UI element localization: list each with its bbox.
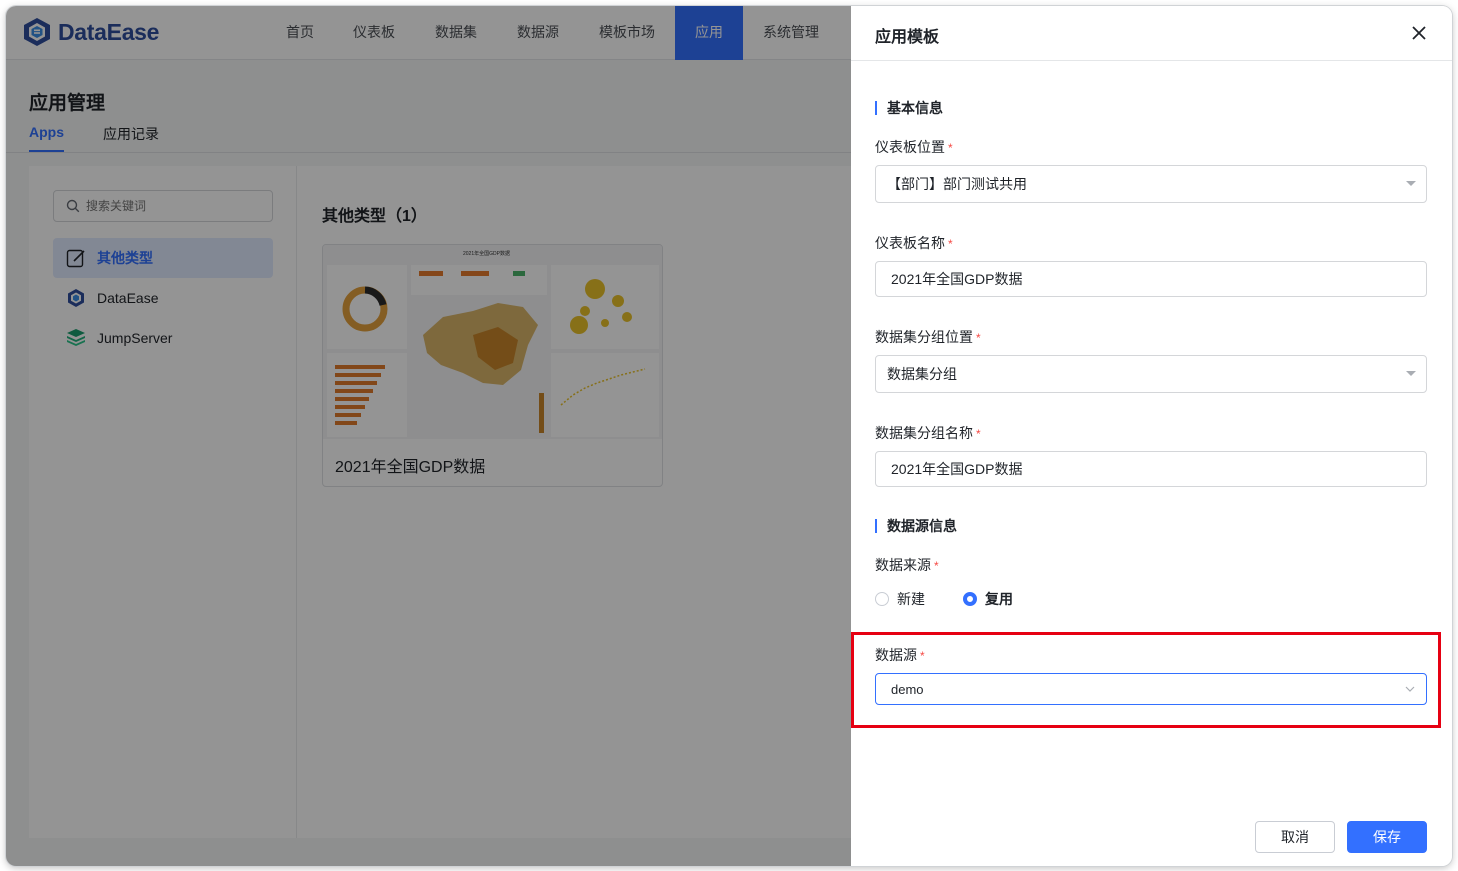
save-button[interactable]: 保存 — [1347, 821, 1427, 853]
required-mark: * — [920, 649, 925, 663]
chevron-down-icon — [1405, 686, 1415, 692]
label-text: 仪表板位置 — [875, 139, 945, 155]
label-text: 数据集分组位置 — [875, 329, 973, 345]
field-label-data-source-origin: 数据来源 * — [875, 555, 939, 575]
modal-overlay[interactable] — [6, 6, 851, 866]
input-value: 2021年全国GDP数据 — [891, 461, 1023, 477]
radio-new[interactable] — [875, 592, 889, 606]
label-text: 数据源 — [875, 647, 917, 663]
caret-down-icon — [1406, 181, 1416, 186]
app-window: DataEase 首页 仪表板 数据集 数据源 模板市场 应用 系统管理 应用管… — [6, 6, 1452, 866]
close-icon[interactable] — [1408, 22, 1430, 44]
drawer-title: 应用模板 — [875, 29, 940, 46]
select-value: 【部门】部门测试共用 — [887, 176, 1027, 192]
app-template-drawer: 应用模板 基本信息 仪表板位置 * 【部门】部门测试共用 仪表板名称 * 2021年… — [851, 6, 1452, 866]
radio-label-reuse[interactable]: 复用 — [985, 589, 1013, 609]
required-mark: * — [934, 559, 939, 573]
dataset-group-name-input[interactable]: 2021年全国GDP数据 — [875, 451, 1427, 487]
dataset-group-location-select[interactable]: 数据集分组 — [875, 355, 1427, 393]
dashboard-location-select[interactable]: 【部门】部门测试共用 — [875, 165, 1427, 203]
select-value: 数据集分组 — [887, 366, 957, 382]
datasource-select[interactable]: demo — [875, 673, 1427, 705]
required-mark: * — [976, 331, 981, 345]
field-label-dataset-group-location: 数据集分组位置 * — [875, 327, 981, 347]
label-text: 仪表板名称 — [875, 235, 945, 251]
input-value: 2021年全国GDP数据 — [891, 271, 1023, 287]
radio-reuse[interactable] — [963, 592, 977, 606]
field-label-dashboard-name: 仪表板名称 * — [875, 233, 953, 253]
required-mark: * — [948, 141, 953, 155]
field-label-datasource: 数据源 * — [875, 645, 925, 665]
required-mark: * — [976, 427, 981, 441]
drawer-header: 应用模板 — [851, 6, 1452, 61]
field-label-dashboard-location: 仪表板位置 * — [875, 137, 953, 157]
select-value: demo — [891, 681, 924, 697]
data-source-origin-radio-group: 新建 复用 — [875, 589, 1043, 609]
field-label-dataset-group-name: 数据集分组名称 * — [875, 423, 981, 443]
section-title-datasource-info: 数据源信息 — [875, 519, 957, 533]
caret-down-icon — [1406, 371, 1416, 376]
label-text: 数据来源 — [875, 557, 931, 573]
section-title-basic-info: 基本信息 — [875, 101, 943, 115]
required-mark: * — [948, 237, 953, 251]
label-text: 数据集分组名称 — [875, 425, 973, 441]
dashboard-name-input[interactable]: 2021年全国GDP数据 — [875, 261, 1427, 297]
cancel-button[interactable]: 取消 — [1255, 821, 1335, 853]
radio-label-new[interactable]: 新建 — [897, 589, 925, 609]
